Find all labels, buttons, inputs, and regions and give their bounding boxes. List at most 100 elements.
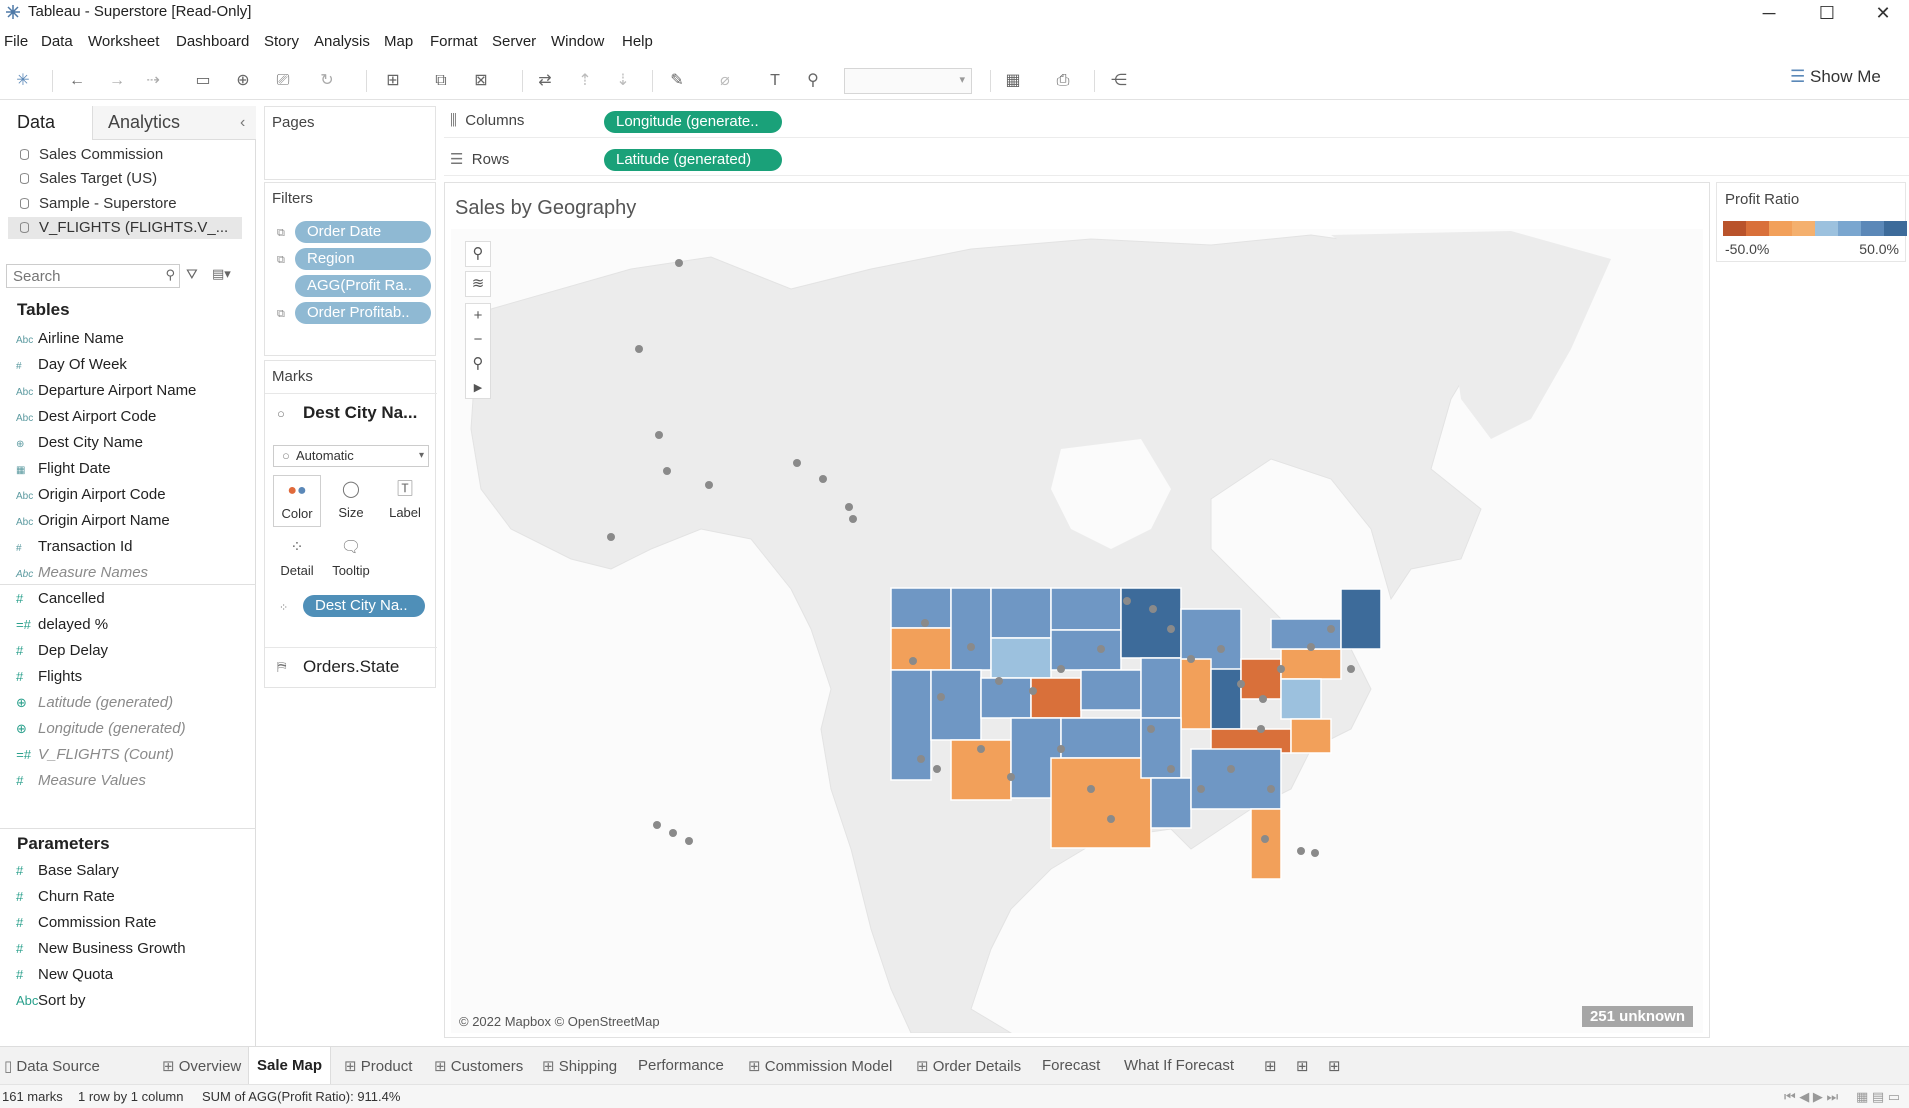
swap-rows-columns-icon[interactable]: ⇄ [534,70,556,92]
filter-pill-order-profitable[interactable]: Order Profitab.. [295,302,431,324]
sheet-tab[interactable]: ⊞ Overview [162,1057,241,1075]
field-item[interactable]: # Flights [16,668,82,688]
new-worksheet-icon[interactable]: ⊞ [382,70,404,92]
sheet-tab[interactable]: ⊞ Order Details [916,1057,1021,1075]
field-item[interactable]: # New Business Growth [16,940,186,960]
menu-window[interactable]: Window [551,33,604,50]
sort-ascending-icon[interactable]: ⇡ [574,70,596,92]
menu-analysis[interactable]: Analysis [314,33,370,50]
refresh-icon[interactable]: ↻ [316,70,338,92]
field-item[interactable]: # Commission Rate [16,914,156,934]
field-item[interactable]: =# delayed % [16,616,108,636]
marks-layer2-name[interactable]: Orders.State [303,657,399,677]
save-icon[interactable]: ▭ [192,70,214,92]
undo-icon[interactable]: ← [66,70,88,92]
sheet-tab[interactable]: What If Forecast [1124,1057,1234,1074]
view-sheets-icons[interactable]: ▦ ▤ ▭ [1856,1089,1900,1105]
clear-sheet-icon[interactable]: ⊠ [470,70,492,92]
color-button[interactable]: ●● Color [273,475,321,527]
field-item[interactable]: Abc Departure Airport Name [16,382,196,402]
tooltip-button[interactable]: 🗨 Tooltip [327,533,375,585]
sheet-tab[interactable]: ⊞ Commission Model [748,1057,892,1075]
filter-pill-region[interactable]: Region [295,248,431,270]
filters-shelf[interactable]: Filters ⧉ Order Date ⧉ Region AGG(Profit… [264,182,436,356]
share-icon[interactable]: ⋲ [1108,70,1130,92]
show-me-button[interactable]: ☰ Show Me [1790,67,1900,93]
field-item[interactable]: ▦ Flight Date [16,460,111,480]
sheet-tab[interactable]: ⊞ Shipping [542,1057,617,1075]
unknown-indicator[interactable]: 251 unknown [1581,1006,1693,1027]
field-item[interactable]: Abc Measure Names [16,564,148,584]
detail-button[interactable]: ⁘ Detail [273,533,321,585]
map-layers-icon[interactable]: ≋ [465,271,491,297]
map-copyright[interactable]: © 2022 Mapbox © OpenStreetMap [459,1014,660,1029]
menu-server[interactable]: Server [492,33,536,50]
maximize-icon[interactable]: ☐ [1804,0,1850,26]
zoom-in-icon[interactable]: + [466,304,490,328]
zoom-out-icon[interactable]: − [466,328,490,352]
pages-shelf[interactable]: Pages [264,106,436,180]
datasource-item[interactable]: Sales Target (US) [20,170,157,187]
field-item[interactable]: # Cancelled [16,590,105,610]
rows-shelf[interactable]: ☰ Rows Latitude (generated) [444,144,1909,176]
new-datasource-icon[interactable]: ⊕ [232,70,254,92]
menu-help[interactable]: Help [622,33,653,50]
datasource-item-selected[interactable]: V_FLIGHTS (FLIGHTS.V_... [8,217,242,239]
highlight-icon[interactable]: ✎ [666,70,688,92]
label-button[interactable]: 🅃 Label [381,475,429,527]
field-item[interactable]: Abc Dest Airport Code [16,408,156,428]
menu-map[interactable]: Map [384,33,413,50]
fit-select[interactable] [844,68,972,94]
menu-story[interactable]: Story [264,33,299,50]
new-dashboard-tab-icon[interactable]: ⊞ [1296,1057,1309,1075]
field-item[interactable]: ⊕ Dest City Name [16,434,143,454]
field-item[interactable]: ⊕ Longitude (generated) [16,720,186,740]
sheet-tab[interactable]: Performance [638,1057,724,1074]
field-item[interactable]: AbcSort by [16,992,86,1012]
tableau-home-icon[interactable]: ✳ [12,70,34,92]
datasource-item[interactable]: Sample - Superstore [20,195,177,212]
field-item[interactable]: # Transaction Id [16,538,133,558]
mark-type-select[interactable]: ○ Automatic ▾ [273,445,429,467]
columns-shelf[interactable]: ⫼ Columns Longitude (generate.. [444,106,1909,138]
menu-data[interactable]: Data [41,33,73,50]
field-item[interactable]: # Dep Delay [16,642,108,662]
presentation-mode-icon[interactable]: ⎙ [1052,70,1074,92]
datasource-item[interactable]: Sales Commission [20,146,163,163]
search-icon[interactable]: ⚲ [165,267,175,283]
pause-updates-icon[interactable]: ⎚ [272,70,294,92]
field-item[interactable]: # Churn Rate [16,888,115,908]
sheet-tab[interactable]: ▯ Data Source [4,1057,100,1075]
field-item[interactable]: # Day Of Week [16,356,127,376]
menu-dashboard[interactable]: Dashboard [176,33,249,50]
field-item[interactable]: Abc Origin Airport Name [16,512,170,532]
replay-icon[interactable]: ⇢ [142,70,164,92]
show-mark-labels-icon[interactable]: T [764,70,786,92]
marks-layer-name[interactable]: Dest City Na... [303,403,417,423]
field-item[interactable]: ⊕ Latitude (generated) [16,694,173,714]
field-item[interactable]: Abc Airline Name [16,330,124,350]
filter-pill-order-date[interactable]: Order Date [295,221,431,243]
show-cards-icon[interactable]: ▦ [1002,70,1024,92]
sheet-tab[interactable]: ⊞ Product [344,1057,412,1075]
menu-format[interactable]: Format [430,33,478,50]
tab-analytics[interactable]: Analytics [108,112,180,133]
sort-descending-icon[interactable]: ⇣ [612,70,634,92]
fix-axes-icon[interactable]: ⚲ [802,70,824,92]
field-item[interactable]: Abc Origin Airport Code [16,486,166,506]
menu-worksheet[interactable]: Worksheet [88,33,159,50]
new-worksheet-tab-icon[interactable]: ⊞ [1264,1057,1277,1075]
sheet-nav-icons[interactable]: ⏮ ◀ ▶ ⏭ [1784,1089,1838,1105]
tab-data[interactable]: Data [17,112,55,133]
minimize-icon[interactable]: ─ [1746,0,1792,26]
field-item[interactable]: # Base Salary [16,862,119,882]
columns-pill-longitude[interactable]: Longitude (generate.. [604,111,782,133]
field-item[interactable]: # Measure Values [16,772,146,792]
filter-icon[interactable]: ⛛ [186,266,198,283]
new-story-tab-icon[interactable]: ⊞ [1328,1057,1341,1075]
sheet-tab[interactable]: Sale Map [248,1047,332,1085]
expand-toolbar-icon[interactable]: ▶ [466,376,490,400]
map-canvas[interactable] [451,229,1703,1033]
sheet-tab[interactable]: Forecast [1042,1057,1100,1074]
duplicate-sheet-icon[interactable]: ⧉ [430,70,452,92]
